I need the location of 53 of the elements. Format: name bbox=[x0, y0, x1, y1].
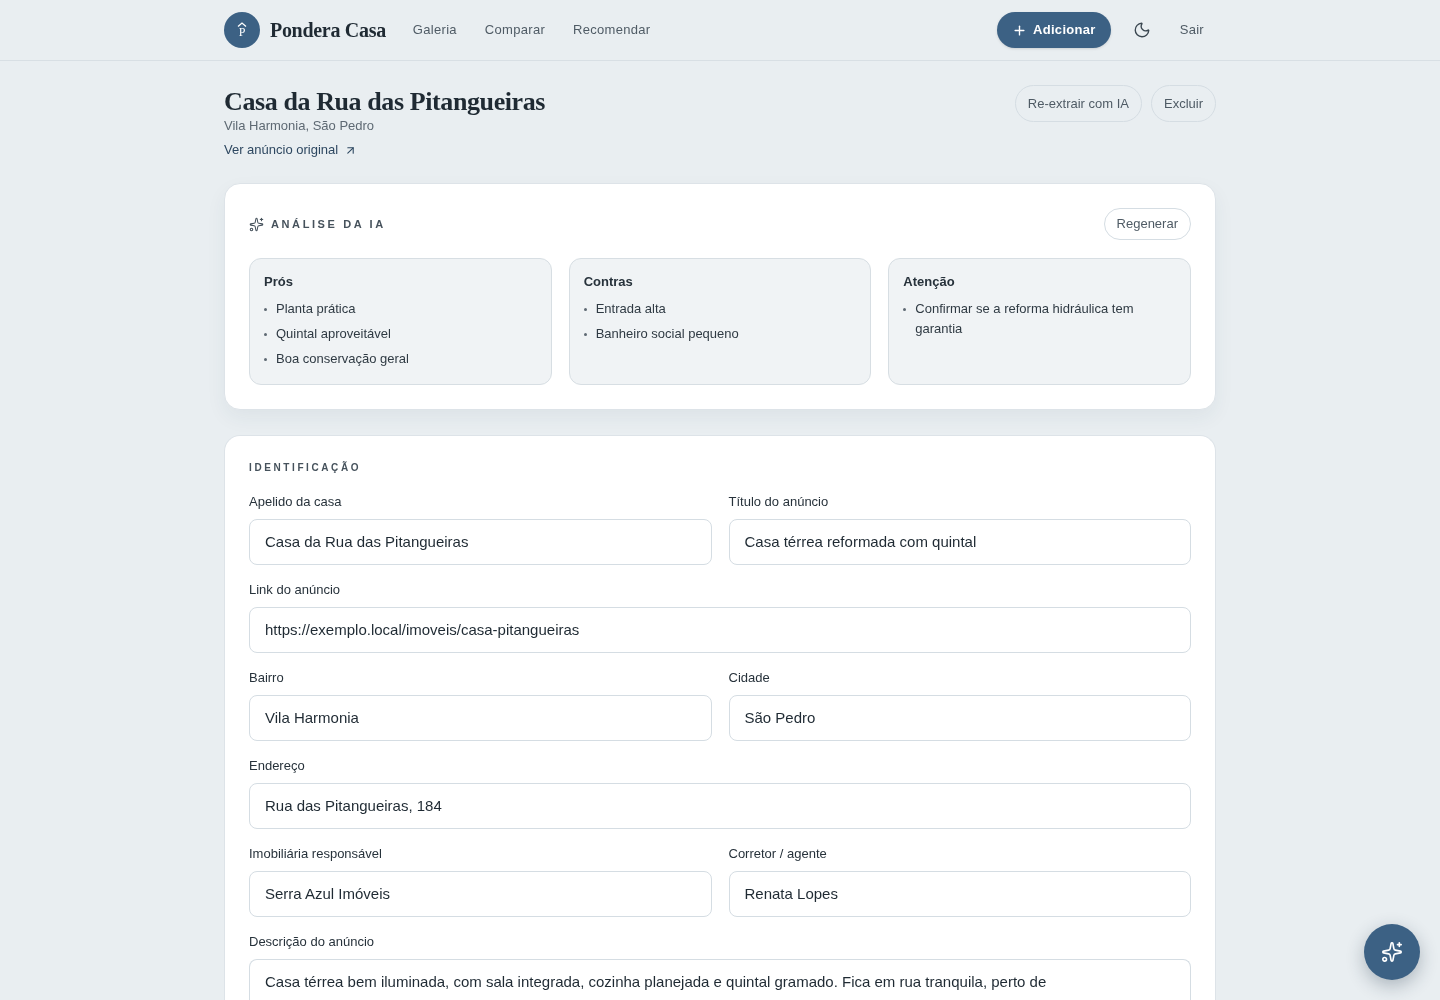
text-field[interactable]: Rua das Pitangueiras, 184 bbox=[249, 783, 1191, 829]
panel-title: Prós bbox=[264, 273, 294, 291]
field-label: Imobiliária responsável bbox=[249, 845, 383, 863]
bullet-icon bbox=[583, 333, 587, 336]
panel-item: Confirmar se a reforma hidráulica tem garantia bbox=[915, 300, 1135, 338]
field-label: Apelido da casa bbox=[249, 493, 343, 511]
text-field[interactable]: Vila Harmonia bbox=[249, 695, 712, 741]
ai-assistant-button[interactable] bbox=[1364, 924, 1420, 980]
textarea-field[interactable]: Casa térrea bem iluminada, com sala integrada, cozinha planejada e quintal gramado. Fica em rua tranquila, perto de bbox=[249, 959, 1191, 1000]
original-listing-link[interactable]: Ver anúncio original bbox=[224, 141, 358, 159]
field-label: Link do anúncio bbox=[249, 581, 342, 599]
location-text: Vila Harmonia, São Pedro bbox=[224, 117, 376, 135]
page-title: Casa da Rua das Pitangueiras bbox=[224, 87, 546, 117]
bullet-icon bbox=[264, 308, 267, 311]
field-label: Descrição do anúncio bbox=[249, 933, 376, 951]
panel-item: Entrada alta bbox=[595, 300, 666, 318]
add-button[interactable]: Adicionar bbox=[997, 12, 1111, 48]
bullet-icon bbox=[903, 308, 907, 311]
plus-icon bbox=[1012, 22, 1027, 38]
panel-item: Planta prática bbox=[276, 300, 356, 318]
text-field[interactable]: Casa da Rua das Pitangueiras bbox=[249, 519, 712, 565]
panel-item: Quintal aproveitável bbox=[276, 325, 391, 343]
text-field[interactable]: Serra Azul Imóveis bbox=[249, 871, 712, 917]
field-label: Título do anúncio bbox=[728, 493, 830, 511]
bullet-icon bbox=[264, 358, 267, 361]
nav-link[interactable]: Recomendar bbox=[573, 20, 651, 40]
text-field[interactable]: https://exemplo.local/imoveis/casa-pitangueiras bbox=[249, 607, 1191, 653]
section-heading: ANÁLISE DA IA bbox=[271, 216, 386, 232]
bullet-icon bbox=[264, 333, 267, 336]
sparkles-icon bbox=[1381, 941, 1403, 963]
action-button[interactable]: Excluir bbox=[1151, 85, 1216, 122]
panel-item: Banheiro social pequeno bbox=[595, 325, 739, 343]
text-field[interactable]: Renata Lopes bbox=[728, 871, 1191, 917]
text-field[interactable]: São Pedro bbox=[728, 695, 1191, 741]
section-heading: IDENTIFICAÇÃO bbox=[249, 460, 363, 475]
field-label: Corretor / agente bbox=[728, 845, 828, 863]
logout-button[interactable]: Sair bbox=[1167, 14, 1216, 46]
field-label: Bairro bbox=[249, 669, 285, 687]
action-button[interactable]: Re-extrair com IA bbox=[1014, 85, 1142, 122]
moon-icon bbox=[1132, 21, 1151, 39]
sparkles-icon bbox=[249, 216, 264, 232]
brand-logo[interactable]: P bbox=[224, 12, 260, 48]
brand-name[interactable]: Pondera Casa bbox=[270, 15, 386, 45]
nav-link[interactable]: Galeria bbox=[412, 20, 457, 40]
bullet-icon bbox=[583, 308, 587, 311]
nav-link[interactable]: Comparar bbox=[484, 20, 546, 40]
panel-title: Atenção bbox=[903, 273, 956, 291]
field-label: Cidade bbox=[728, 669, 771, 687]
panel-title: Contras bbox=[583, 273, 634, 291]
text-field[interactable]: Casa térrea reformada com quintal bbox=[728, 519, 1191, 565]
panel-item: Boa conservação geral bbox=[276, 350, 409, 368]
regenerate-button[interactable]: Regenerar bbox=[1103, 208, 1191, 240]
field-label: Endereço bbox=[249, 757, 306, 775]
